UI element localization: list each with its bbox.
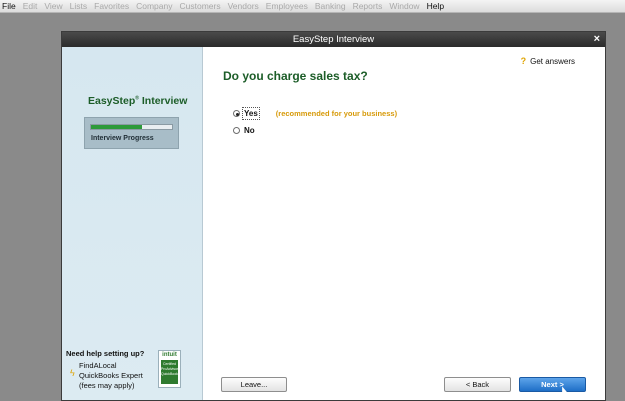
easystep-dialog: EasyStep Interview × EasyStep® Interview… xyxy=(61,31,606,401)
progress-bar xyxy=(90,124,173,130)
menu-item-view[interactable]: View xyxy=(44,1,62,11)
proadvisor-badge: intuit Certified ProAdvisor QuickBooks xyxy=(158,350,181,388)
menu-item-file[interactable]: File xyxy=(2,1,16,11)
question-heading: Do you charge sales tax? xyxy=(223,69,368,83)
main-panel: ? Get answers Do you charge sales tax? Y… xyxy=(203,47,605,400)
yes-radio[interactable] xyxy=(233,110,240,117)
menu-item-window[interactable]: Window xyxy=(389,1,419,11)
menu-bar: File Edit View Lists Favorites Company Custome… xyxy=(0,0,625,13)
back-button[interactable]: < Back xyxy=(444,377,511,392)
option-no[interactable]: No xyxy=(233,126,255,135)
menu-item-employees[interactable]: Employees xyxy=(266,1,308,11)
dialog-titlebar: EasyStep Interview × xyxy=(62,32,605,47)
sidebar: EasyStep® Interview Interview Progress N… xyxy=(62,47,203,400)
recommendation-note: (recommended for your business) xyxy=(275,109,398,118)
next-button[interactable]: Next > xyxy=(519,377,586,392)
lightning-icon: ϟ xyxy=(70,368,75,378)
menu-item-favorites[interactable]: Favorites xyxy=(94,1,129,11)
menu-item-banking[interactable]: Banking xyxy=(315,1,346,11)
menu-item-vendors[interactable]: Vendors xyxy=(228,1,259,11)
menu-item-customers[interactable]: Customers xyxy=(179,1,220,11)
yes-label[interactable]: Yes xyxy=(242,107,260,120)
no-radio[interactable] xyxy=(233,127,240,134)
menu-item-reports[interactable]: Reports xyxy=(353,1,383,11)
find-expert-link[interactable]: FindALocal QuickBooks Expert xyxy=(79,361,143,381)
progress-bar-fill xyxy=(91,125,143,129)
dialog-title: EasyStep Interview xyxy=(292,34,375,45)
menu-item-edit[interactable]: Edit xyxy=(23,1,38,11)
interview-progress-panel: Interview Progress xyxy=(84,117,179,149)
question-icon: ? xyxy=(520,56,527,66)
menu-item-lists[interactable]: Lists xyxy=(70,1,87,11)
close-button[interactable]: × xyxy=(594,32,600,47)
progress-label: Interview Progress xyxy=(91,135,154,142)
leave-button[interactable]: Leave... xyxy=(221,377,287,392)
option-yes[interactable]: Yes (recommended for your business) xyxy=(233,107,398,120)
menu-item-company[interactable]: Company xyxy=(136,1,172,11)
help-title: Need help setting up? xyxy=(66,349,145,358)
get-answers-link[interactable]: ? Get answers xyxy=(521,56,575,66)
easystep-brand: EasyStep® Interview xyxy=(88,95,188,107)
fees-note: (fees may apply) xyxy=(79,381,135,390)
no-label[interactable]: No xyxy=(244,126,255,135)
menu-item-help[interactable]: Help xyxy=(427,1,444,11)
